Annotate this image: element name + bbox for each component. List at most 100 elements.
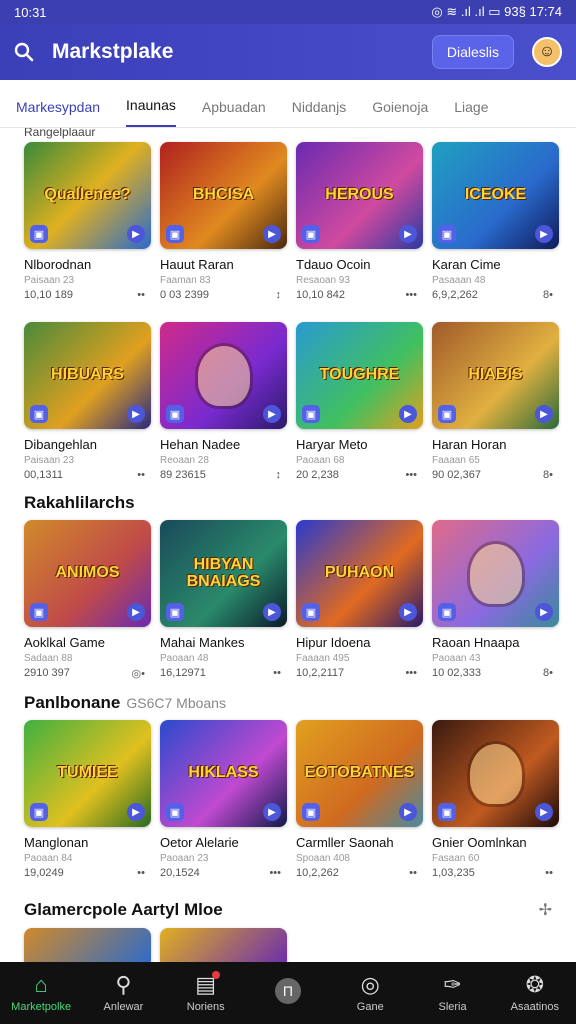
game-meta: 20 2,238 ••• xyxy=(296,469,423,481)
nav-item-center[interactable]: Π xyxy=(252,978,324,1008)
play-icon[interactable]: ▶ xyxy=(263,225,281,243)
more-options-icon[interactable]: •• xyxy=(137,289,145,301)
game-stat: 10,2,2117 xyxy=(296,667,345,679)
game-card[interactable]: HEROUS ▣ ▶ Tdauo Ocoin Resaoan 93 10,10 842 ••… xyxy=(296,142,423,301)
more-options-icon[interactable]: 8• xyxy=(543,667,553,679)
game-card[interactable]: BHCISA ▣ ▶ Hauut Raran Faaman 83 0 03 2399 ↕ xyxy=(160,142,287,301)
play-icon[interactable]: ▶ xyxy=(263,405,281,423)
more-options-icon[interactable]: •• xyxy=(273,667,281,679)
nav-item-marketpolke[interactable]: ⌂ Marketpolke xyxy=(5,973,77,1014)
more-options-icon[interactable]: ↕ xyxy=(276,469,282,481)
game-thumbnail[interactable]: HIBYAN BNAIAGS ▣ ▶ xyxy=(160,520,287,627)
game-thumbnail[interactable]: HIBUARS ▣ ▶ xyxy=(24,322,151,429)
play-icon[interactable]: ▶ xyxy=(535,405,553,423)
game-card[interactable]: HIKLASS ▣ ▶ Oetor Alelarie Paoaan 23 20,1524 •… xyxy=(160,720,287,879)
game-card[interactable]: Quallenee? ▣ ▶ Nlborodnan Paisaan 23 10,10 18… xyxy=(24,142,151,301)
play-icon[interactable]: ▶ xyxy=(399,225,417,243)
tab-markesypdan[interactable]: Markesypdan xyxy=(16,99,100,127)
game-thumbnail[interactable]: ▣ ▶ xyxy=(432,720,559,827)
play-icon[interactable]: ▶ xyxy=(535,225,553,243)
more-options-icon[interactable]: ••• xyxy=(269,867,281,879)
play-icon[interactable]: ▶ xyxy=(535,603,553,621)
game-card[interactable]: ANIMOS ▣ ▶ Aoklkal Game Sadaan 88 2910 397 ◎• xyxy=(24,520,151,680)
tab-goienoja[interactable]: Goienoja xyxy=(372,99,428,127)
card-row: TUMIEE ▣ ▶ Manglonan Paoaan 84 19,0249 •• HIKLA… xyxy=(24,720,559,879)
pin-icon[interactable]: ✢ xyxy=(539,900,552,920)
play-icon[interactable]: ▶ xyxy=(127,803,145,821)
game-thumbnail[interactable] xyxy=(24,928,151,962)
game-thumbnail[interactable]: ▣ ▶ xyxy=(432,520,559,627)
more-options-icon[interactable]: 8• xyxy=(543,289,553,301)
tab-niddanjs[interactable]: Niddanjs xyxy=(292,99,346,127)
play-icon[interactable]: ▶ xyxy=(535,803,553,821)
more-options-icon[interactable]: ••• xyxy=(405,667,417,679)
play-icon[interactable]: ▶ xyxy=(399,603,417,621)
section-header: Rangelplaaur xyxy=(24,128,552,140)
nav-item-asaatinos[interactable]: ❂ Asaatinos xyxy=(499,973,571,1014)
tab-inaunas[interactable]: Inaunas xyxy=(126,97,176,127)
game-title: Raoan Hnaapa xyxy=(432,635,520,650)
nav-item-noriens[interactable]: ▤ Noriens xyxy=(170,971,242,1013)
more-options-icon[interactable]: 8• xyxy=(543,469,553,481)
game-card[interactable]: ▣ ▶ Gnier Oomlnkan Fasaan 60 1,03,235 •• xyxy=(432,720,559,879)
search-icon[interactable] xyxy=(14,42,34,62)
play-icon[interactable]: ▶ xyxy=(399,405,417,423)
details-button[interactable]: Dialeslis xyxy=(431,35,514,69)
avatar[interactable]: ☺ xyxy=(532,37,562,67)
play-icon[interactable]: ▶ xyxy=(127,225,145,243)
game-card[interactable]: HIBUARS ▣ ▶ Dibangehlan Paisaan 23 00,1311 •• xyxy=(24,322,151,481)
nav-label: Marketpolke xyxy=(11,1001,72,1013)
game-thumbnail[interactable]: EOTOBATNES ▣ ▶ xyxy=(296,720,423,827)
play-icon[interactable]: ▶ xyxy=(263,803,281,821)
news-icon: ▤ xyxy=(195,971,220,997)
game-thumbnail[interactable]: BHCISA ▣ ▶ xyxy=(160,142,287,249)
game-thumbnail[interactable]: HIABIS ▣ ▶ xyxy=(432,322,559,429)
game-thumbnail[interactable]: TUMIEE ▣ ▶ xyxy=(24,720,151,827)
game-thumbnail[interactable]: HEROUS ▣ ▶ xyxy=(296,142,423,249)
play-icon[interactable]: ▶ xyxy=(127,603,145,621)
game-thumbnail[interactable]: Quallenee? ▣ ▶ xyxy=(24,142,151,249)
more-options-icon[interactable]: ••• xyxy=(405,289,417,301)
tab-liage[interactable]: Liage xyxy=(454,99,488,127)
more-options-icon[interactable]: •• xyxy=(137,469,145,481)
game-card[interactable]: PUHAON ▣ ▶ Hipur Idoena Faaaan 495 10,2,2117 •… xyxy=(296,520,423,680)
game-thumbnail[interactable]: ▣ ▶ xyxy=(160,322,287,429)
content-scroll[interactable]: Rangelplaaur Quallenee? ▣ ▶ Nlborodnan Paisaa… xyxy=(0,128,576,962)
more-options-icon[interactable]: ◎• xyxy=(132,667,145,680)
more-options-icon[interactable]: ↕ xyxy=(276,289,282,301)
game-meta: 10,10 842 ••• xyxy=(296,289,423,301)
game-card[interactable]: HIABIS ▣ ▶ Haran Horan Faaaan 65 90 02,367 8• xyxy=(432,322,559,481)
game-thumbnail[interactable] xyxy=(160,928,287,962)
more-options-icon[interactable]: •• xyxy=(409,867,417,879)
game-card[interactable]: ▣ ▶ Hehan Nadee Reoaan 28 89 23615 ↕ xyxy=(160,322,287,481)
game-card[interactable]: EOTOBATNES ▣ ▶ Carmller Saonah Spoaan 408 10,… xyxy=(296,720,423,879)
section-title: Rakahlilarchs xyxy=(24,493,135,512)
game-card[interactable]: ICEOKE ▣ ▶ Karan Cime Pasaaan 48 6,9,2,262 8• xyxy=(432,142,559,301)
game-title: Dibangehlan xyxy=(24,437,98,452)
game-thumbnail[interactable]: ANIMOS ▣ ▶ xyxy=(24,520,151,627)
game-thumbnail[interactable]: HIKLASS ▣ ▶ xyxy=(160,720,287,827)
nav-item-sleria[interactable]: ✑ Sleria xyxy=(417,973,489,1014)
game-thumbnail[interactable]: ICEOKE ▣ ▶ xyxy=(432,142,559,249)
play-icon[interactable]: ▶ xyxy=(399,803,417,821)
game-thumbnail[interactable]: PUHAON ▣ ▶ xyxy=(296,520,423,627)
game-thumbnail[interactable]: TOUGHRE ▣ ▶ xyxy=(296,322,423,429)
game-card[interactable]: ▣ ▶ Raoan Hnaapa Paoaan 43 10 02,333 8• xyxy=(432,520,559,680)
game-stat: 20,1524 xyxy=(160,867,200,879)
game-card[interactable]: TOUGHRE ▣ ▶ Haryar Meto Paoaan 68 20 2,238 ••• xyxy=(296,322,423,481)
more-options-icon[interactable]: •• xyxy=(137,867,145,879)
nav-item-gane[interactable]: ◎ Gane xyxy=(334,973,406,1014)
game-title: Manglonan xyxy=(24,835,89,850)
play-icon[interactable]: ▶ xyxy=(127,405,145,423)
game-title: Gnier Oomlnkan xyxy=(432,835,527,850)
game-subtitle: Paoaan 23 xyxy=(160,853,209,864)
tab-apbuadan[interactable]: Apbuadan xyxy=(202,99,266,127)
game-card[interactable]: HIBYAN BNAIAGS ▣ ▶ Mahai Mankes Paoaan 48 16,… xyxy=(160,520,287,680)
more-options-icon[interactable]: •• xyxy=(545,867,553,879)
more-options-icon[interactable]: ••• xyxy=(405,469,417,481)
play-icon[interactable]: ▶ xyxy=(263,603,281,621)
section-header: Panlbonane GS6C7 Mboans xyxy=(24,690,552,716)
game-title: Aoklkal Game xyxy=(24,635,105,650)
nav-item-anlewar[interactable]: ⚲ Anlewar xyxy=(87,973,159,1014)
game-card[interactable]: TUMIEE ▣ ▶ Manglonan Paoaan 84 19,0249 •• xyxy=(24,720,151,879)
